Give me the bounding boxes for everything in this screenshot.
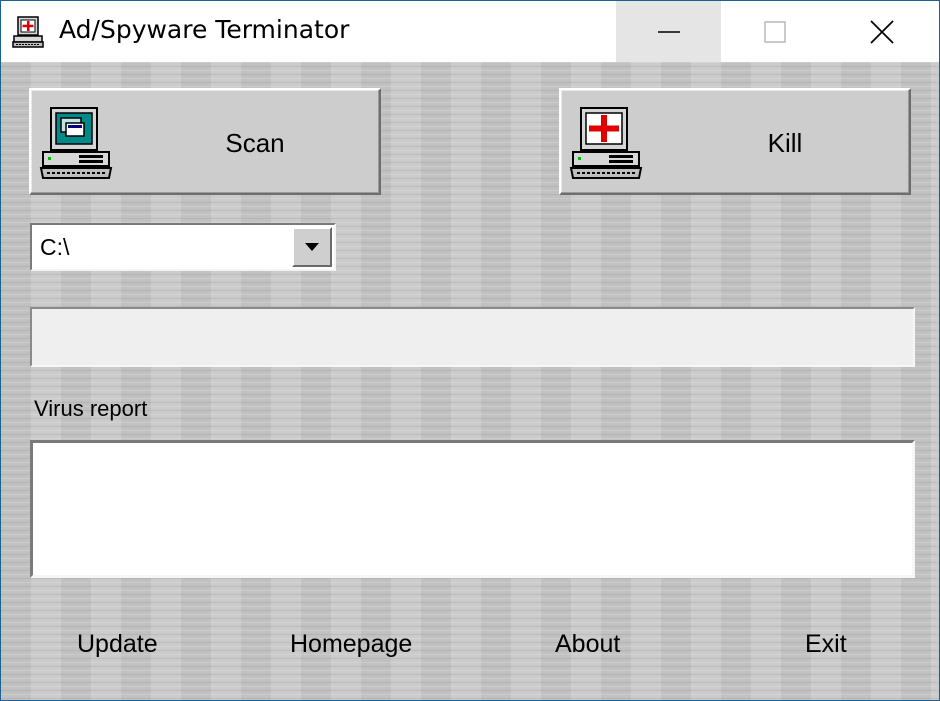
chevron-down-icon — [305, 243, 319, 251]
drive-select-value: C:\ — [40, 234, 70, 260]
close-button[interactable] — [829, 1, 934, 62]
minimize-icon — [657, 30, 680, 33]
drive-select[interactable]: C:\ — [30, 223, 336, 271]
window-title: Ad/Spyware Terminator — [59, 15, 350, 44]
drive-dropdown-button[interactable] — [292, 227, 332, 267]
exit-link[interactable]: Exit — [805, 630, 847, 659]
computer-cross-icon — [12, 16, 44, 48]
about-link[interactable]: About — [555, 630, 620, 659]
app-window: Ad/Spyware Terminator Scan Kill C:\ Viru… — [0, 0, 940, 701]
virus-report-textarea[interactable] — [30, 440, 915, 578]
update-link[interactable]: Update — [77, 630, 158, 659]
computer-scan-icon — [39, 107, 113, 179]
computer-red-cross-icon — [569, 107, 643, 179]
kill-label: Kill — [767, 128, 803, 158]
scan-button[interactable]: Scan — [29, 88, 381, 195]
title-bar[interactable]: Ad/Spyware Terminator — [1, 1, 939, 62]
minimize-button[interactable] — [616, 1, 721, 62]
scan-label: Scan — [225, 128, 285, 158]
maximize-button[interactable] — [722, 1, 827, 62]
maximize-icon — [763, 20, 786, 43]
close-icon — [869, 19, 894, 44]
kill-button[interactable]: Kill — [559, 88, 911, 195]
scan-progress-bar — [30, 307, 915, 367]
main-panel: Scan Kill C:\ Virus report Update Homepa… — [1, 62, 939, 700]
homepage-link[interactable]: Homepage — [290, 630, 412, 659]
virus-report-label: Virus report — [34, 396, 148, 421]
